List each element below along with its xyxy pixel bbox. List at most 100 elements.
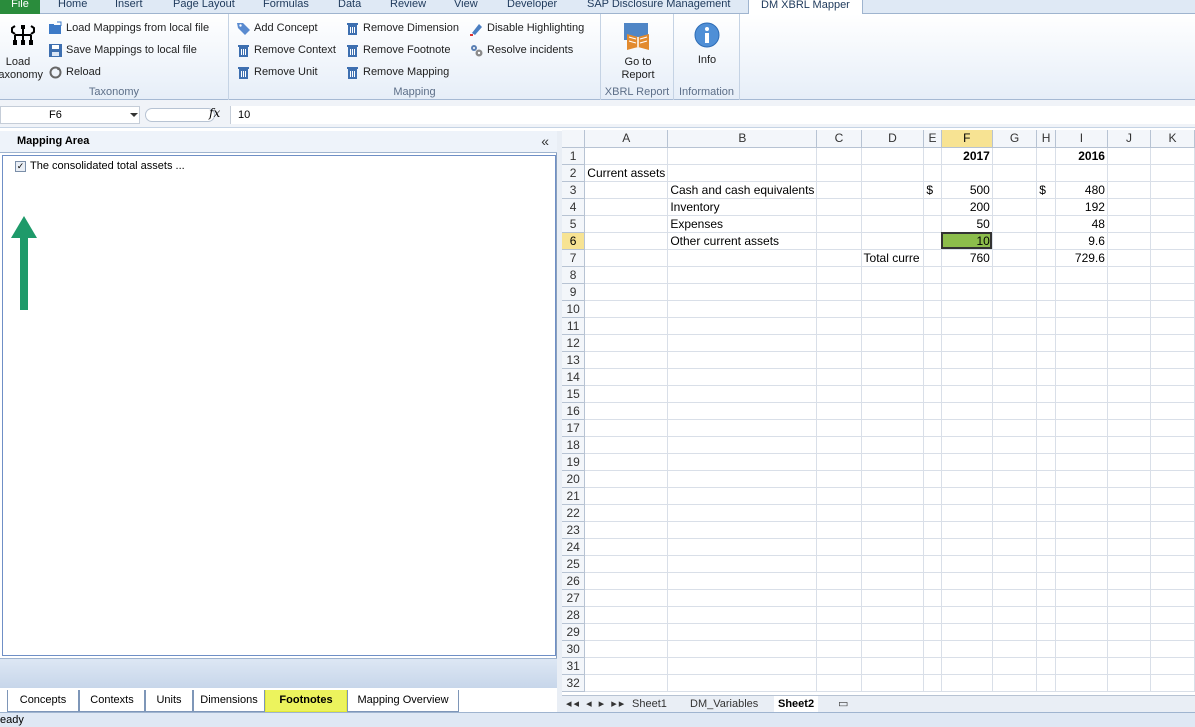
cell-d1[interactable] <box>861 147 925 165</box>
cell-i23[interactable] <box>1055 521 1108 539</box>
cell-e23[interactable] <box>923 521 942 539</box>
cell-d18[interactable] <box>861 436 925 454</box>
cell-i5[interactable]: 48 <box>1055 215 1108 233</box>
cell-k29[interactable] <box>1150 623 1195 641</box>
row-header[interactable]: 13 <box>562 351 586 369</box>
cell-c13[interactable] <box>816 351 862 369</box>
cell-j1[interactable] <box>1107 147 1152 165</box>
cell-c12[interactable] <box>816 334 862 352</box>
load-taxonomy-button[interactable]: Load Taxonomy <box>0 22 44 82</box>
cell-h23[interactable] <box>1036 521 1056 539</box>
cell-b28[interactable] <box>667 606 818 624</box>
cell-f2[interactable] <box>941 164 993 182</box>
cell-b5[interactable]: Expenses <box>667 215 818 233</box>
row-header[interactable]: 1 <box>562 147 586 165</box>
tab-sap-disclosure[interactable]: SAP Disclosure Management <box>587 0 730 14</box>
collapse-pane-button[interactable]: « <box>541 133 549 149</box>
cell-f12[interactable] <box>941 334 993 352</box>
row-header[interactable]: 32 <box>562 674 586 692</box>
select-all-corner[interactable] <box>562 130 586 148</box>
cell-j15[interactable] <box>1107 385 1152 403</box>
row-header[interactable]: 8 <box>562 266 586 284</box>
cell-c8[interactable] <box>816 266 862 284</box>
cell-i9[interactable] <box>1055 283 1108 301</box>
cell-c17[interactable] <box>816 419 862 437</box>
cell-h1[interactable] <box>1036 147 1056 165</box>
sheet-tab-dm-variables[interactable]: DM_Variables <box>690 696 758 712</box>
cell-b21[interactable] <box>667 487 818 505</box>
cell-f17[interactable] <box>941 419 993 437</box>
cell-k8[interactable] <box>1150 266 1195 284</box>
cell-d27[interactable] <box>861 589 925 607</box>
cell-c16[interactable] <box>816 402 862 420</box>
cell-g28[interactable] <box>992 606 1038 624</box>
chevron-down-icon[interactable] <box>130 113 138 117</box>
column-header-b[interactable]: B <box>667 130 818 148</box>
cell-j22[interactable] <box>1107 504 1152 522</box>
row-header[interactable]: 21 <box>562 487 586 505</box>
cell-a21[interactable] <box>584 487 669 505</box>
column-header-k[interactable]: K <box>1150 130 1195 148</box>
cell-c23[interactable] <box>816 521 862 539</box>
cell-h12[interactable] <box>1036 334 1056 352</box>
cell-g31[interactable] <box>992 657 1038 675</box>
cell-i8[interactable] <box>1055 266 1108 284</box>
cell-k31[interactable] <box>1150 657 1195 675</box>
row-header[interactable]: 5 <box>562 215 586 233</box>
cell-b16[interactable] <box>667 402 818 420</box>
cell-j9[interactable] <box>1107 283 1152 301</box>
cell-f9[interactable] <box>941 283 993 301</box>
cell-g8[interactable] <box>992 266 1038 284</box>
cell-e28[interactable] <box>923 606 942 624</box>
row-header[interactable]: 9 <box>562 283 586 301</box>
column-header-j[interactable]: J <box>1107 130 1152 148</box>
cell-j6[interactable] <box>1107 232 1152 250</box>
row-header[interactable]: 28 <box>562 606 586 624</box>
cell-g10[interactable] <box>992 300 1038 318</box>
cell-c2[interactable] <box>816 164 862 182</box>
cell-k11[interactable] <box>1150 317 1195 335</box>
cell-e15[interactable] <box>923 385 942 403</box>
cell-i30[interactable] <box>1055 640 1108 658</box>
column-header-i[interactable]: I <box>1055 130 1108 148</box>
cell-e7[interactable] <box>923 249 942 267</box>
cell-i21[interactable] <box>1055 487 1108 505</box>
row-header[interactable]: 4 <box>562 198 586 216</box>
cell-j3[interactable] <box>1107 181 1152 199</box>
tab-contexts[interactable]: Contexts <box>79 690 145 712</box>
cell-c26[interactable] <box>816 572 862 590</box>
row-header[interactable]: 18 <box>562 436 586 454</box>
cell-h18[interactable] <box>1036 436 1056 454</box>
cell-g18[interactable] <box>992 436 1038 454</box>
cell-a12[interactable] <box>584 334 669 352</box>
cell-c6[interactable] <box>816 232 862 250</box>
cell-c3[interactable] <box>816 181 862 199</box>
cell-e14[interactable] <box>923 368 942 386</box>
cell-a2[interactable]: Current assets <box>584 164 669 182</box>
cell-h10[interactable] <box>1036 300 1056 318</box>
cell-a17[interactable] <box>584 419 669 437</box>
cell-f5[interactable]: 50 <box>941 215 993 233</box>
cell-c21[interactable] <box>816 487 862 505</box>
cell-h9[interactable] <box>1036 283 1056 301</box>
cell-b18[interactable] <box>667 436 818 454</box>
cell-b17[interactable] <box>667 419 818 437</box>
cell-h7[interactable] <box>1036 249 1056 267</box>
cell-i24[interactable] <box>1055 538 1108 556</box>
sheet-nav-arrows[interactable]: ◂◂ ◂ ▸ ▸▸ <box>566 696 626 712</box>
cell-h28[interactable] <box>1036 606 1056 624</box>
cell-c22[interactable] <box>816 504 862 522</box>
cell-f26[interactable] <box>941 572 993 590</box>
cell-e13[interactable] <box>923 351 942 369</box>
cell-g32[interactable] <box>992 674 1038 692</box>
cell-j10[interactable] <box>1107 300 1152 318</box>
cell-c14[interactable] <box>816 368 862 386</box>
cell-c27[interactable] <box>816 589 862 607</box>
cell-c30[interactable] <box>816 640 862 658</box>
cell-c28[interactable] <box>816 606 862 624</box>
row-header[interactable]: 31 <box>562 657 586 675</box>
cell-a28[interactable] <box>584 606 669 624</box>
cell-d15[interactable] <box>861 385 925 403</box>
remove-mapping-button[interactable]: Remove Mapping <box>345 63 449 81</box>
cell-j29[interactable] <box>1107 623 1152 641</box>
